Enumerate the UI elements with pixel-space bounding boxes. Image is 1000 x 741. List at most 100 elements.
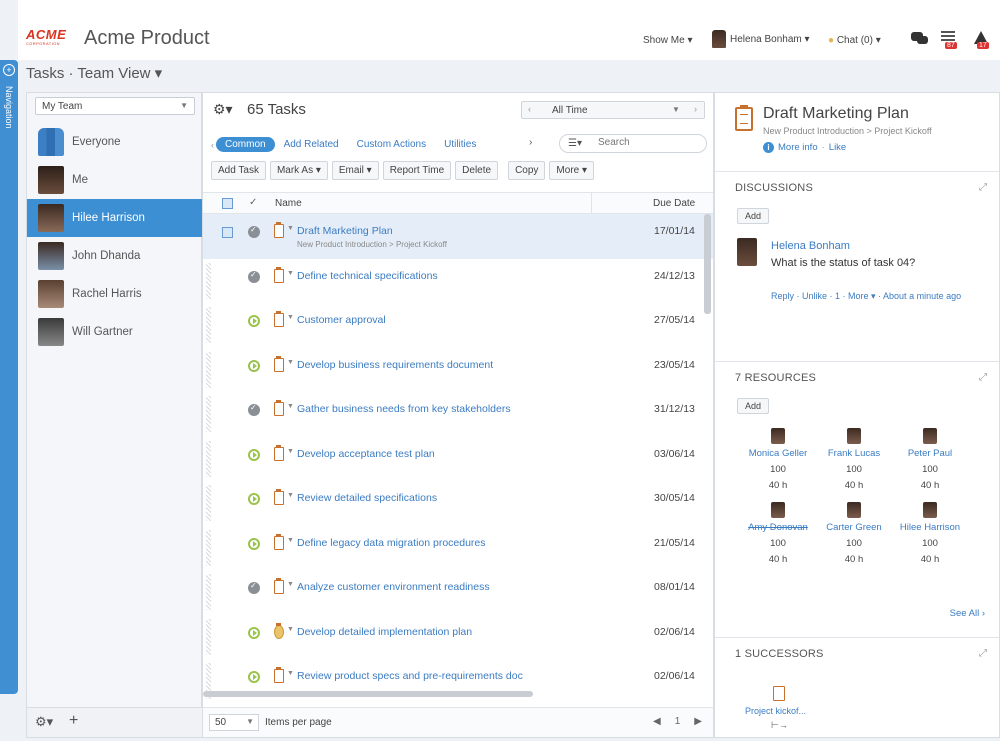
- task-name[interactable]: Gather business needs from key stakehold…: [297, 403, 511, 415]
- navigation-strip[interactable]: + Navigation: [0, 60, 18, 694]
- resource-card[interactable]: Hilee Harrison 100 40 h: [895, 502, 965, 565]
- task-row[interactable]: ▼ Define legacy data migration procedure…: [203, 526, 713, 571]
- tab-common[interactable]: Common: [216, 137, 275, 152]
- horizontal-scrollbar[interactable]: [203, 691, 533, 697]
- task-name[interactable]: Customer approval: [297, 314, 386, 326]
- expand-icon[interactable]: ⤢: [979, 372, 987, 383]
- expand-nav-icon[interactable]: +: [3, 64, 15, 76]
- task-row[interactable]: ▼ Develop detailed implementation plan 0…: [203, 615, 713, 660]
- show-me-menu[interactable]: Show Me ▾: [643, 35, 692, 46]
- add-task-button[interactable]: Add Task: [211, 161, 266, 180]
- team-member-hilee-harrison[interactable]: Hilee Harrison: [27, 199, 203, 237]
- in-progress-status-icon[interactable]: [248, 359, 260, 372]
- resource-name[interactable]: Amy Donovan: [743, 522, 813, 533]
- chevron-down-icon[interactable]: ▼: [287, 314, 294, 321]
- task-name[interactable]: Draft Marketing Plan: [297, 225, 393, 237]
- chevron-left-icon[interactable]: ‹: [211, 140, 214, 150]
- chevron-down-icon[interactable]: ▼: [287, 359, 294, 366]
- chevron-down-icon[interactable]: ▼: [287, 448, 294, 455]
- tab-add-related[interactable]: Add Related: [275, 137, 348, 152]
- completed-status-icon[interactable]: [248, 270, 260, 283]
- completed-status-icon[interactable]: [248, 225, 260, 238]
- add-discussion-button[interactable]: Add: [737, 208, 769, 224]
- chevron-down-icon[interactable]: ▼: [287, 225, 294, 232]
- completed-status-icon[interactable]: [248, 581, 260, 594]
- expand-icon[interactable]: ⤢: [979, 182, 987, 193]
- more-button[interactable]: More ▾: [549, 161, 595, 180]
- task-name[interactable]: Review detailed specifications: [297, 492, 437, 504]
- resource-card[interactable]: Amy Donovan 100 40 h: [743, 502, 813, 565]
- chat-menu[interactable]: ● Chat (0) ▾: [828, 35, 881, 46]
- vertical-scrollbar[interactable]: [704, 214, 711, 314]
- in-progress-status-icon[interactable]: [248, 493, 260, 505]
- time-filter[interactable]: ‹ All Time ▼ ›: [521, 101, 705, 119]
- chevron-down-icon[interactable]: ▼: [287, 537, 294, 544]
- in-progress-status-icon[interactable]: [248, 315, 260, 327]
- resource-card[interactable]: Carter Green 100 40 h: [819, 502, 889, 565]
- select-all-checkbox[interactable]: [222, 198, 233, 209]
- task-name[interactable]: Develop acceptance test plan: [297, 448, 435, 460]
- team-member-everyone[interactable]: Everyone: [27, 123, 203, 161]
- chevron-right-icon[interactable]: ›: [694, 104, 697, 114]
- task-row[interactable]: ▼ Analyze customer environment readiness…: [203, 570, 713, 615]
- task-name[interactable]: Define legacy data migration procedures: [297, 537, 486, 549]
- in-progress-status-icon[interactable]: [248, 626, 260, 639]
- email-button[interactable]: Email ▾: [331, 161, 379, 180]
- task-name[interactable]: Define technical specifications: [297, 270, 438, 282]
- chevron-down-icon[interactable]: ▼: [287, 492, 294, 499]
- comment-author[interactable]: Helena Bonham: [771, 240, 850, 252]
- task-row[interactable]: ▼ Develop acceptance test plan 03/06/14: [203, 437, 713, 482]
- column-name[interactable]: Name: [275, 198, 302, 209]
- tab-custom-actions[interactable]: Custom Actions: [348, 137, 435, 152]
- more-info-link[interactable]: More info: [778, 142, 818, 153]
- successor-task-link[interactable]: Project kickof...: [745, 706, 806, 716]
- completed-status-icon[interactable]: [248, 403, 260, 416]
- drag-handle[interactable]: [206, 574, 211, 610]
- add-resource-button[interactable]: Add: [737, 398, 769, 414]
- task-row[interactable]: ▼ Develop business requirements document…: [203, 348, 713, 393]
- delete-button[interactable]: Delete: [455, 161, 499, 180]
- task-row[interactable]: ▼ Gather business needs from key stakeho…: [203, 392, 713, 437]
- task-name[interactable]: Develop business requirements document: [297, 359, 493, 371]
- task-name[interactable]: Review product specs and pre-requirement…: [297, 670, 523, 682]
- chevron-down-icon[interactable]: ▼: [287, 270, 294, 277]
- view-title[interactable]: Tasks · Team View ▾: [26, 64, 162, 82]
- see-all-resources-link[interactable]: See All ›: [950, 608, 985, 619]
- like-link[interactable]: Like: [829, 142, 846, 153]
- in-progress-status-icon[interactable]: [248, 448, 260, 461]
- messages-icon[interactable]: [911, 30, 929, 46]
- column-due-date[interactable]: Due Date: [653, 198, 695, 209]
- detail-breadcrumb[interactable]: New Product Introduction > Project Kicko…: [763, 126, 932, 136]
- chevron-down-icon[interactable]: ▼: [287, 581, 294, 588]
- mark-as-button[interactable]: Mark As ▾: [269, 161, 328, 180]
- drag-handle[interactable]: [206, 396, 211, 432]
- resource-card[interactable]: Monica Geller 100 40 h: [743, 428, 813, 491]
- team-member-will-gartner[interactable]: Will Gartner: [27, 313, 203, 351]
- expand-icon[interactable]: ⤢: [979, 648, 987, 659]
- chevron-down-icon[interactable]: ▼: [287, 626, 294, 633]
- drag-handle[interactable]: [206, 307, 211, 343]
- drag-handle[interactable]: [206, 485, 211, 521]
- resource-name[interactable]: Carter Green: [819, 522, 889, 533]
- resource-name[interactable]: Peter Paul: [895, 448, 965, 459]
- prev-page-icon[interactable]: ◀: [653, 716, 661, 727]
- drag-handle[interactable]: [206, 440, 211, 477]
- search-input[interactable]: [598, 137, 698, 148]
- task-name[interactable]: Develop detailed implementation plan: [297, 626, 472, 638]
- task-row[interactable]: ▼ Draft Marketing Plan New Product Intro…: [203, 214, 713, 259]
- gear-icon[interactable]: ⚙▾: [213, 101, 233, 118]
- next-page-icon[interactable]: ▶: [694, 716, 702, 727]
- task-row[interactable]: ▼ Customer approval 27/05/14: [203, 303, 713, 348]
- comment-actions[interactable]: Reply · Unlike · 1 · More ▾ · About a mi…: [771, 290, 971, 302]
- row-checkbox[interactable]: [222, 227, 233, 238]
- in-progress-status-icon[interactable]: [248, 671, 260, 683]
- drag-handle[interactable]: [206, 351, 211, 388]
- add-icon[interactable]: +: [69, 712, 78, 730]
- tab-utilities[interactable]: Utilities: [435, 137, 485, 152]
- team-member-rachel-harris[interactable]: Rachel Harris: [27, 275, 203, 313]
- report-time-button[interactable]: Report Time: [382, 161, 452, 180]
- drag-handle[interactable]: [206, 618, 211, 655]
- chevron-down-icon[interactable]: ▼: [287, 670, 294, 677]
- chevron-down-icon[interactable]: ▼: [287, 403, 294, 410]
- resource-name[interactable]: Hilee Harrison: [895, 522, 965, 533]
